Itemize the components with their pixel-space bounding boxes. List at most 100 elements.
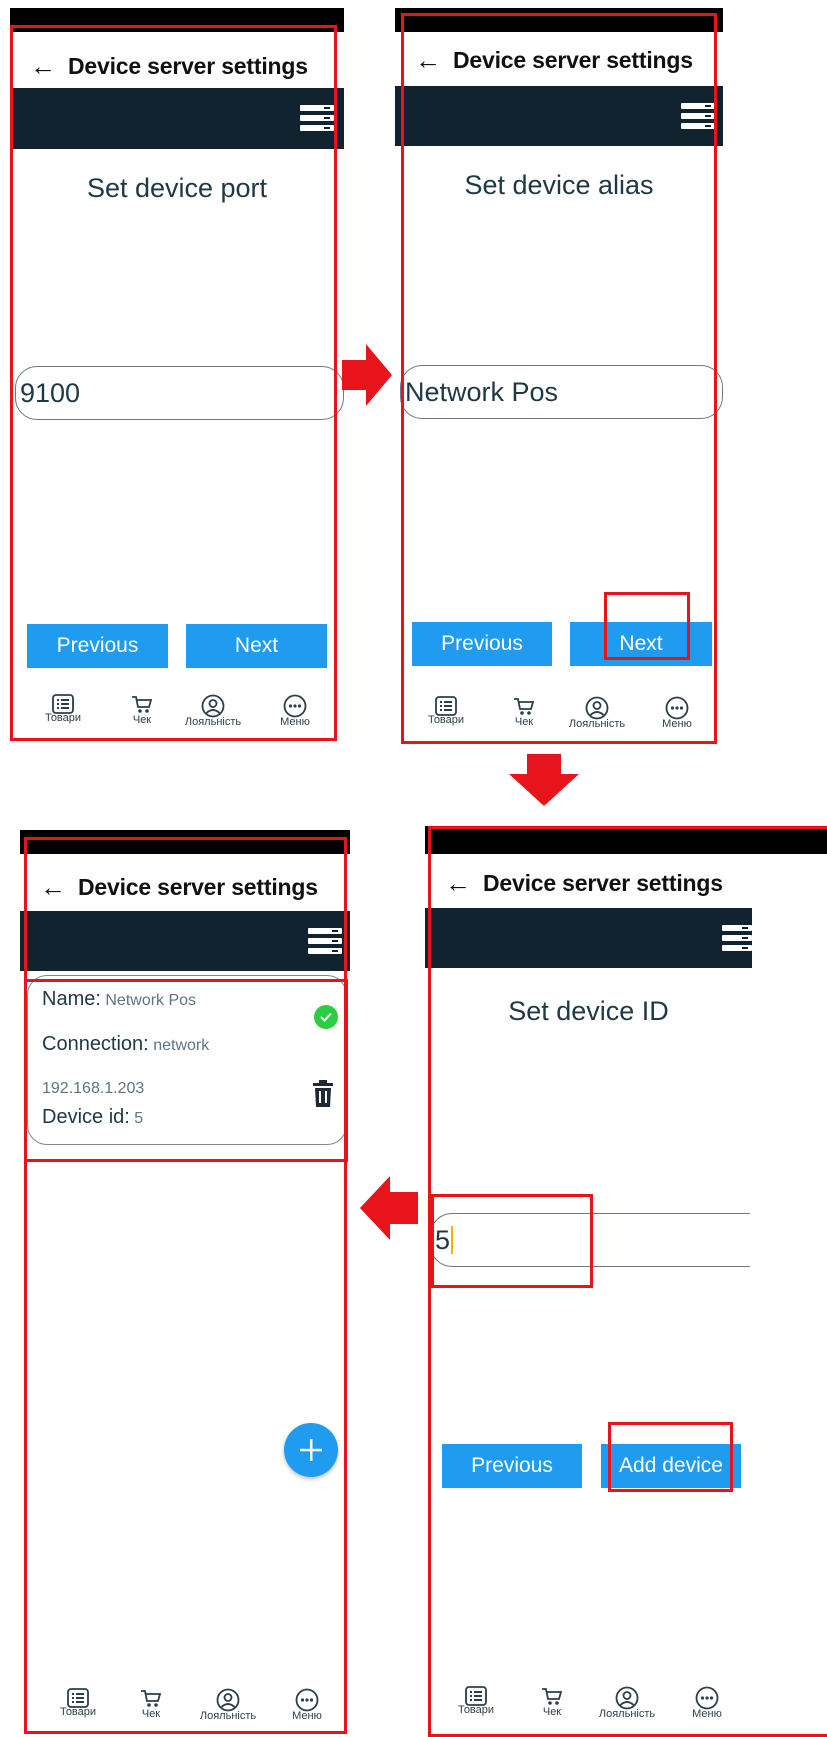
previous-button[interactable]: Previous: [27, 624, 168, 668]
tab-label: Товари: [59, 1706, 97, 1718]
user-circle-icon: [615, 1686, 639, 1710]
id-value: 5: [134, 1110, 144, 1127]
step-heading: Set device port: [86, 173, 268, 203]
nav-band: [10, 88, 344, 149]
app-bar: ← Device server settings: [10, 46, 344, 86]
tab-goods[interactable]: Товари: [421, 696, 471, 726]
status-bar: [425, 826, 827, 854]
tab-label: Чек: [542, 1706, 562, 1718]
tab-menu[interactable]: Меню: [282, 1688, 332, 1722]
next-button[interactable]: Next: [186, 624, 327, 668]
alias-input[interactable]: Network Pos: [400, 365, 723, 419]
tab-loyalty[interactable]: Лояльність: [178, 694, 248, 728]
trash-icon[interactable]: [312, 1080, 334, 1108]
plus-icon: [300, 1439, 322, 1461]
tab-label: Меню: [292, 1710, 322, 1722]
previous-button[interactable]: Previous: [412, 622, 552, 666]
text-caret: [451, 1226, 454, 1254]
device-card[interactable]: Name: Network Pos Connection: network 19…: [27, 975, 347, 1145]
connection-label: Connection:: [42, 1033, 149, 1055]
screen-set-id: ← Device server settings Set device ID 5…: [425, 826, 827, 1736]
step-heading: Set device ID: [508, 996, 669, 1026]
id-label: Device id:: [42, 1106, 130, 1128]
alias-input-value: Network Pos: [405, 376, 559, 407]
tab-goods[interactable]: Товари: [451, 1686, 501, 1716]
list-icon: [465, 1686, 487, 1706]
step-heading: Set device alias: [464, 170, 654, 200]
device-name-row: Name: Network Pos: [42, 988, 196, 1011]
screen-device-list: ← Device server settings Name: Network P…: [20, 830, 350, 1736]
cart-icon: [141, 1690, 162, 1707]
page-title: Device server settings: [78, 873, 318, 900]
tab-menu[interactable]: Меню: [270, 694, 320, 728]
server-list-icon[interactable]: [308, 928, 342, 954]
check-icon: [314, 1005, 338, 1029]
server-list-icon[interactable]: [722, 925, 752, 951]
tab-receipt[interactable]: Чек: [532, 1686, 572, 1718]
status-bar: [395, 8, 723, 32]
tab-loyalty[interactable]: Лояльність: [592, 1686, 662, 1720]
bottom-tab-bar: Товари Чек Лояльність Меню: [10, 694, 344, 738]
port-input[interactable]: 9100: [15, 366, 344, 420]
tab-goods[interactable]: Товари: [53, 1688, 103, 1718]
user-circle-icon: [201, 694, 225, 718]
tab-label: Лояльність: [184, 716, 242, 728]
user-circle-icon: [585, 696, 609, 720]
tab-label: Меню: [692, 1708, 722, 1720]
device-id-row: Device id: 5: [42, 1106, 143, 1129]
tab-loyalty[interactable]: Лояльність: [188, 1688, 268, 1722]
tab-label: Товари: [427, 714, 465, 726]
tab-loyalty[interactable]: Лояльність: [562, 696, 632, 730]
cart-icon: [542, 1688, 563, 1705]
add-device-button[interactable]: Add device: [601, 1444, 741, 1488]
server-list-icon[interactable]: [681, 103, 715, 129]
app-bar: ← Device server settings: [395, 40, 723, 80]
page-title: Device server settings: [483, 869, 723, 896]
status-bar: [10, 8, 344, 32]
arrow-left-icon: [360, 1176, 418, 1240]
tab-label: Лояльність: [568, 718, 626, 730]
screen-set-alias: ← Device server settings Set device alia…: [395, 8, 723, 742]
back-arrow-icon[interactable]: ←: [415, 47, 441, 73]
bottom-tab-bar: Товари Чек Лояльність Меню: [395, 696, 723, 740]
tab-label: Лояльність: [199, 1710, 257, 1722]
back-arrow-icon[interactable]: ←: [40, 874, 66, 900]
tab-receipt[interactable]: Чек: [122, 694, 162, 726]
tab-receipt[interactable]: Чек: [131, 1688, 171, 1720]
nav-band: [20, 911, 350, 971]
more-icon: [283, 694, 307, 718]
page-title: Device server settings: [68, 52, 308, 79]
tab-menu[interactable]: Меню: [682, 1686, 732, 1720]
status-bar: [20, 830, 350, 854]
app-bar: ← Device server settings: [20, 866, 350, 908]
list-icon: [67, 1688, 89, 1708]
previous-button[interactable]: Previous: [442, 1444, 582, 1488]
device-connection-row: Connection: network: [42, 1033, 209, 1056]
bottom-tab-bar: Товари Чек Лояльність Меню: [20, 1688, 350, 1732]
next-button[interactable]: Next: [570, 622, 712, 666]
name-label: Name:: [42, 988, 101, 1010]
nav-band: [395, 86, 723, 146]
back-arrow-icon[interactable]: ←: [445, 870, 471, 896]
tab-label: Меню: [662, 718, 692, 730]
tab-goods[interactable]: Товари: [38, 694, 88, 724]
more-icon: [295, 1688, 319, 1712]
tab-label: Товари: [457, 1704, 495, 1716]
back-arrow-icon[interactable]: ←: [30, 53, 56, 79]
user-circle-icon: [216, 1688, 240, 1712]
server-list-icon[interactable]: [300, 105, 334, 131]
tab-menu[interactable]: Меню: [652, 696, 702, 730]
bottom-tab-bar: Товари Чек Лояльність Меню: [425, 1686, 827, 1730]
name-value: Network Pos: [105, 992, 197, 1009]
nav-band: [425, 908, 752, 968]
tab-receipt[interactable]: Чек: [504, 696, 544, 728]
tab-label: Чек: [141, 1708, 161, 1720]
tab-label: Чек: [514, 716, 534, 728]
device-id-input[interactable]: 5: [430, 1213, 750, 1267]
arrow-down-icon: [509, 754, 579, 806]
device-ip: 192.168.1.203: [42, 1080, 145, 1097]
screen-set-port: ← Device server settings Set device port…: [10, 8, 344, 742]
add-device-fab[interactable]: [284, 1423, 338, 1477]
page-title: Device server settings: [453, 46, 693, 73]
more-icon: [695, 1686, 719, 1710]
